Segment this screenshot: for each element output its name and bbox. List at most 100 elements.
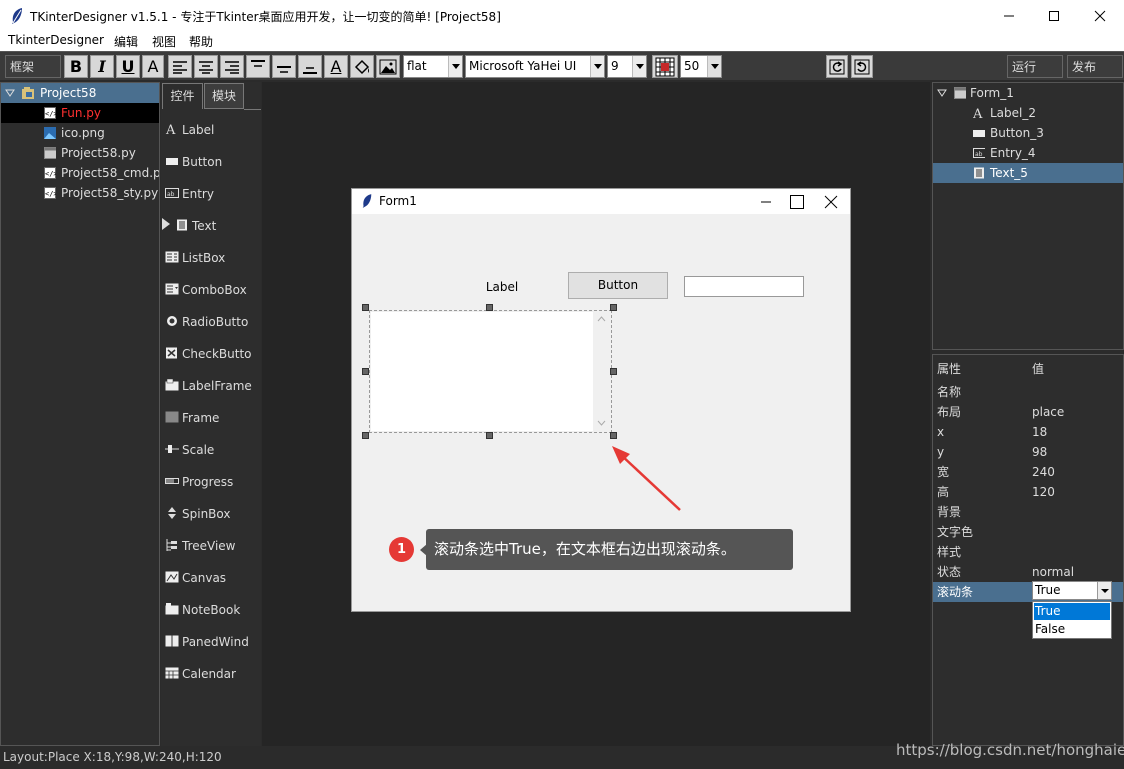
- publish-button[interactable]: 发布: [1067, 55, 1123, 78]
- property-row[interactable]: 名称: [937, 382, 1117, 402]
- control-item-calendar[interactable]: Calendar: [165, 664, 261, 684]
- dropdown-option-true[interactable]: True: [1034, 603, 1110, 620]
- bold-button[interactable]: B: [64, 55, 88, 78]
- italic-button[interactable]: I: [90, 55, 114, 78]
- form-button-widget[interactable]: Button: [568, 272, 668, 299]
- valign-top-button[interactable]: [246, 55, 270, 78]
- menu-tkinterdesigner[interactable]: TkinterDesigner: [8, 33, 104, 47]
- property-row[interactable]: 高 120: [937, 482, 1117, 502]
- run-button[interactable]: 运行: [1007, 55, 1063, 78]
- tab-modules[interactable]: 模块: [204, 83, 244, 109]
- combobox-icon: [165, 283, 179, 295]
- property-row[interactable]: 状态 normal: [937, 562, 1117, 582]
- control-item-combobox[interactable]: ComboBox: [165, 280, 261, 300]
- control-item-labelframe[interactable]: LabelFrame: [165, 376, 261, 396]
- font-family-select[interactable]: Microsoft YaHei UI: [465, 55, 605, 78]
- property-row[interactable]: 布局 place: [937, 402, 1117, 422]
- resize-handle[interactable]: [362, 432, 369, 439]
- align-right-button[interactable]: [220, 55, 244, 78]
- control-item-panedwindow[interactable]: PanedWind: [165, 632, 261, 652]
- scroll-down-icon[interactable]: [597, 420, 606, 426]
- property-row[interactable]: y 98: [937, 442, 1117, 462]
- scrollbar-select[interactable]: True: [1032, 581, 1112, 600]
- align-center-button[interactable]: [194, 55, 218, 78]
- resize-handle[interactable]: [610, 432, 617, 439]
- control-item-frame[interactable]: Frame: [165, 408, 261, 428]
- file-item-cmd[interactable]: </> Project58_cmd.py: [1, 163, 159, 183]
- tree-item-entry[interactable]: ab Entry_4: [933, 143, 1123, 163]
- frame-selector[interactable]: 框架: [5, 55, 61, 78]
- tree-root-form[interactable]: Form_1: [933, 83, 1123, 103]
- form-text-widget[interactable]: [371, 312, 593, 431]
- align-left-button[interactable]: [168, 55, 192, 78]
- menu-edit[interactable]: 编辑: [114, 33, 138, 50]
- grid-button[interactable]: [652, 55, 678, 78]
- form-entry-widget[interactable]: [684, 276, 804, 297]
- maximize-button[interactable]: [1031, 0, 1077, 31]
- control-item-scale[interactable]: Scale: [165, 440, 261, 460]
- control-label: ListBox: [182, 251, 226, 265]
- control-item-treeview[interactable]: TreeView: [165, 536, 261, 556]
- python-file-icon: </>: [44, 167, 56, 179]
- property-row[interactable]: x 18: [937, 422, 1117, 442]
- property-row[interactable]: 文字色: [937, 522, 1117, 542]
- tree-item-button[interactable]: Button_3: [933, 123, 1123, 143]
- control-item-label[interactable]: A Label: [165, 120, 261, 140]
- close-icon[interactable]: [824, 195, 838, 209]
- resize-handle[interactable]: [362, 304, 369, 311]
- dropdown-option-false[interactable]: False: [1034, 621, 1110, 638]
- minimize-button[interactable]: [986, 0, 1032, 31]
- control-item-notebook[interactable]: NoteBook: [165, 600, 261, 620]
- maximize-icon[interactable]: [790, 195, 804, 209]
- font-button[interactable]: A: [142, 55, 164, 78]
- property-row[interactable]: 背景: [937, 502, 1117, 522]
- control-item-radiobutton[interactable]: RadioButto: [165, 312, 261, 332]
- image-button[interactable]: [376, 55, 400, 78]
- valign-bottom-button[interactable]: [298, 55, 322, 78]
- control-item-checkbutton[interactable]: CheckButto: [165, 344, 261, 364]
- undo-button[interactable]: [826, 55, 848, 78]
- control-item-listbox[interactable]: ListBox: [165, 248, 261, 268]
- fill-color-button[interactable]: [350, 55, 374, 78]
- grid-size-select[interactable]: 50: [680, 55, 722, 78]
- svg-text:</>: </>: [45, 170, 56, 178]
- file-item-fun[interactable]: </> Fun.py: [1, 103, 159, 123]
- font-size-select[interactable]: 9: [607, 55, 647, 78]
- relief-select[interactable]: flat: [403, 55, 463, 78]
- file-item-ico[interactable]: ico.png: [1, 123, 159, 143]
- menu-view[interactable]: 视图: [152, 33, 176, 50]
- file-item-main[interactable]: Project58.py: [1, 143, 159, 163]
- control-item-canvas[interactable]: Canvas: [165, 568, 261, 588]
- text-scrollbar[interactable]: [593, 312, 610, 431]
- chevron-down-icon: [448, 56, 462, 77]
- property-row[interactable]: 宽 240: [937, 462, 1117, 482]
- menu-help[interactable]: 帮助: [189, 33, 213, 50]
- resize-handle[interactable]: [610, 304, 617, 311]
- chevron-down-icon[interactable]: [1097, 582, 1111, 599]
- resize-handle[interactable]: [610, 368, 617, 375]
- tab-controls[interactable]: 控件: [162, 83, 203, 109]
- control-item-spinbox[interactable]: SpinBox: [165, 504, 261, 524]
- underline-button[interactable]: U: [116, 55, 140, 78]
- checkbox-icon: [166, 347, 177, 359]
- text-color-button[interactable]: A: [324, 55, 348, 78]
- project-root[interactable]: Project58: [1, 83, 159, 103]
- property-row[interactable]: 样式: [937, 542, 1117, 562]
- control-item-entry[interactable]: ab Entry: [165, 184, 261, 204]
- scroll-up-icon[interactable]: [597, 316, 606, 322]
- resize-handle[interactable]: [486, 432, 493, 439]
- control-item-text[interactable]: Text: [161, 216, 257, 236]
- minimize-icon[interactable]: [760, 196, 772, 208]
- control-item-button[interactable]: Button: [165, 152, 261, 172]
- control-label: Button: [182, 155, 223, 169]
- file-item-sty[interactable]: </> Project58_sty.py: [1, 183, 159, 203]
- tree-item-text-selected[interactable]: Text_5: [933, 163, 1123, 183]
- tree-item-label[interactable]: A Label_2: [933, 103, 1123, 123]
- valign-middle-button[interactable]: [272, 55, 296, 78]
- close-button[interactable]: [1077, 0, 1123, 31]
- redo-button[interactable]: [851, 55, 873, 78]
- control-item-progress[interactable]: Progress: [165, 472, 261, 492]
- resize-handle[interactable]: [362, 368, 369, 375]
- form-label-widget[interactable]: Label: [452, 275, 552, 299]
- resize-handle[interactable]: [486, 304, 493, 311]
